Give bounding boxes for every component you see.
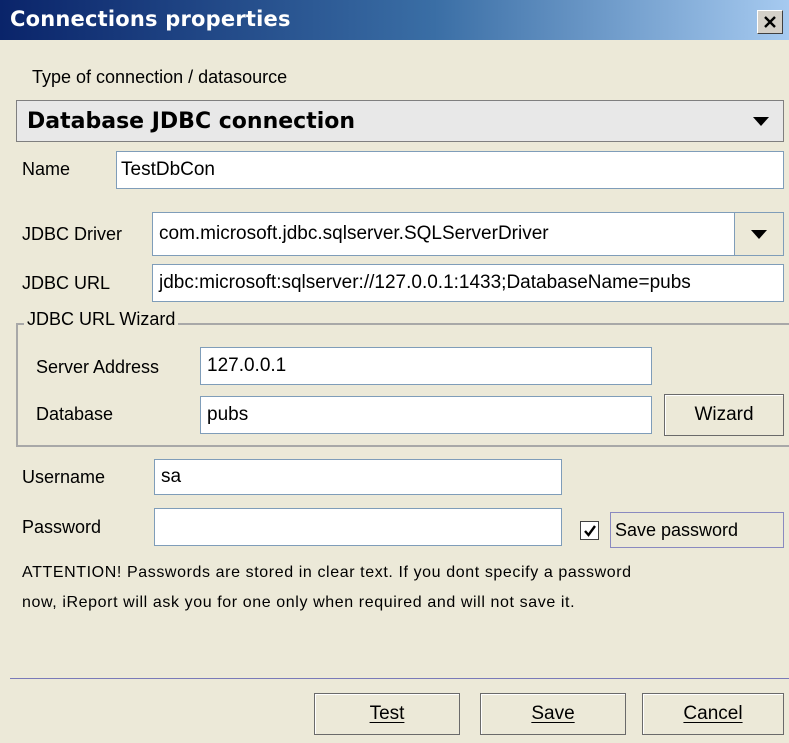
- chevron-down-icon: [739, 101, 783, 141]
- database-label: Database: [36, 404, 114, 424]
- connection-type-select[interactable]: Database JDBC connection: [16, 100, 784, 142]
- connection-type-value: Database JDBC connection: [27, 108, 356, 134]
- password-field[interactable]: [154, 508, 562, 546]
- jdbc-driver-value: com.microsoft.jdbc.sqlserver.SQLServerDr…: [159, 223, 549, 244]
- jdbc-driver-select[interactable]: com.microsoft.jdbc.sqlserver.SQLServerDr…: [152, 212, 784, 256]
- cancel-button-label: Cancel: [683, 703, 743, 724]
- password-label: Password: [22, 517, 102, 537]
- username-value: sa: [161, 466, 182, 487]
- cancel-button[interactable]: Cancel: [642, 693, 784, 735]
- wizard-button[interactable]: Wizard: [664, 394, 784, 436]
- database-field[interactable]: pubs: [200, 396, 652, 434]
- name-field[interactable]: TestDbCon: [116, 151, 784, 189]
- checkmark-icon: [583, 524, 596, 537]
- save-button-label: Save: [531, 703, 575, 724]
- username-field[interactable]: sa: [154, 459, 562, 495]
- name-label: Name: [22, 159, 71, 179]
- server-address-label: Server Address: [36, 357, 160, 377]
- save-password-checkbox[interactable]: [580, 521, 599, 540]
- chevron-down-icon[interactable]: [734, 213, 783, 255]
- divider: [10, 678, 789, 679]
- attention-note: ATTENTION! Passwords are stored in clear…: [22, 558, 632, 618]
- attention-line-1: ATTENTION! Passwords are stored in clear…: [22, 564, 632, 581]
- close-icon: [764, 16, 776, 28]
- server-address-value: 127.0.0.1: [207, 355, 287, 376]
- test-button[interactable]: Test: [314, 693, 460, 735]
- connection-type-label: Type of connection / datasource: [32, 67, 288, 87]
- database-value: pubs: [207, 404, 249, 425]
- title-bar: Connections properties: [0, 0, 789, 40]
- jdbc-url-value: jdbc:microsoft:sqlserver://127.0.0.1:143…: [159, 272, 691, 293]
- save-button[interactable]: Save: [480, 693, 626, 735]
- username-label: Username: [22, 467, 106, 487]
- test-button-label: Test: [369, 703, 405, 724]
- window-title: Connections properties: [10, 7, 291, 31]
- server-address-field[interactable]: 127.0.0.1: [200, 347, 652, 385]
- save-password-label[interactable]: Save password: [610, 512, 784, 548]
- jdbc-driver-label: JDBC Driver: [22, 224, 123, 244]
- attention-line-2: now, iReport will ask you for one only w…: [22, 594, 576, 611]
- wizard-group-title: JDBC URL Wizard: [24, 309, 179, 330]
- name-value: TestDbCon: [121, 159, 215, 180]
- jdbc-url-field[interactable]: jdbc:microsoft:sqlserver://127.0.0.1:143…: [152, 264, 784, 302]
- close-button[interactable]: [757, 10, 783, 34]
- jdbc-url-label: JDBC URL: [22, 273, 111, 293]
